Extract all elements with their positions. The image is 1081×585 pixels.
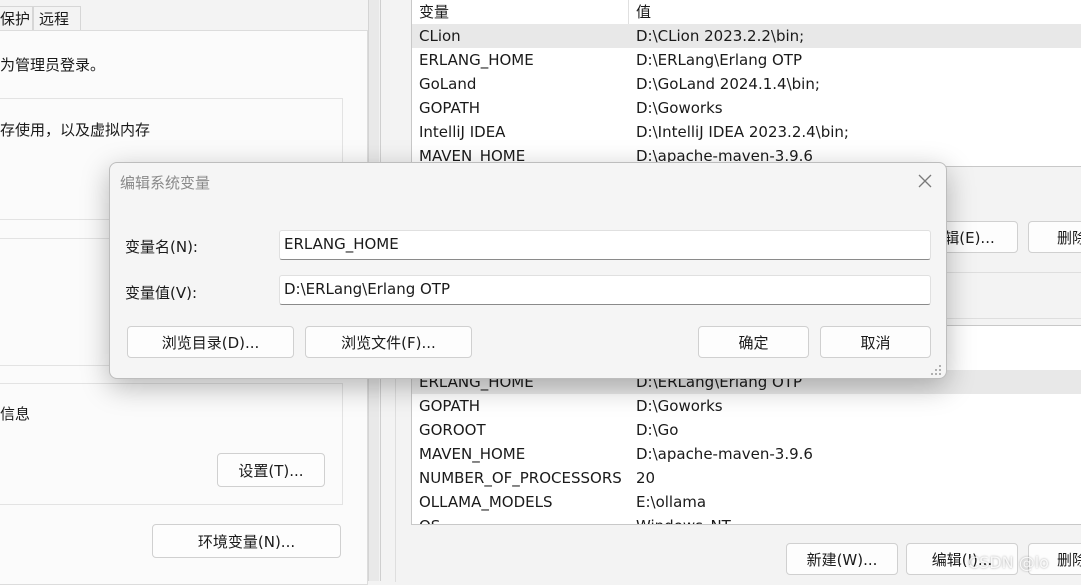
tab-remote[interactable]: 远程 bbox=[33, 6, 81, 30]
user-variables-list[interactable]: 变量 值 CLion D:\CLion 2023.2.2\bin; ERLANG… bbox=[411, 0, 1081, 167]
table-row[interactable]: CLion D:\CLion 2023.2.2\bin; bbox=[412, 24, 1081, 48]
table-row[interactable]: IntelliJ IDEA D:\IntelliJ IDEA 2023.2.4\… bbox=[412, 120, 1081, 144]
settings-button[interactable]: 设置(T)... bbox=[217, 453, 325, 487]
row-name: GOPATH bbox=[419, 99, 481, 117]
variable-name-field[interactable]: ERLANG_HOME bbox=[279, 230, 931, 260]
tab-remote-label: 远程 bbox=[39, 10, 70, 28]
system-delete-button-label: 删除 bbox=[1057, 550, 1081, 569]
row-value: 20 bbox=[636, 469, 656, 487]
row-value: D:\Go bbox=[636, 421, 679, 439]
environment-variables-button[interactable]: 环境变量(N)... bbox=[152, 524, 341, 558]
user-delete-button[interactable]: 删除 bbox=[1028, 221, 1081, 253]
admin-note: 为管理员登录。 bbox=[0, 56, 106, 74]
browse-directory-button-label: 浏览目录(D)... bbox=[161, 333, 260, 352]
tab-protection[interactable]: 保护 bbox=[0, 6, 33, 31]
row-value: Windows_NT bbox=[636, 514, 731, 524]
variable-value-label: 变量值(V): bbox=[125, 284, 198, 302]
variable-value-field[interactable]: D:\ERLang\Erlang OTP bbox=[279, 275, 931, 305]
row-value: D:\GoLand 2024.1.4\bin; bbox=[636, 75, 820, 93]
column-header-variable[interactable]: 变量 bbox=[419, 0, 449, 24]
row-value: D:\Goworks bbox=[636, 99, 723, 117]
row-value: D:\apache-maven-3.9.6 bbox=[636, 445, 813, 463]
row-name: GOROOT bbox=[419, 421, 486, 439]
row-value: D:\IntelliJ IDEA 2023.2.4\bin; bbox=[636, 123, 849, 141]
table-row[interactable]: OS Windows_NT bbox=[412, 514, 1081, 524]
row-name: GOPATH bbox=[419, 397, 481, 415]
cancel-button-label: 取消 bbox=[860, 333, 891, 352]
user-delete-button-label: 删除 bbox=[1057, 228, 1081, 247]
system-new-button[interactable]: 新建(W)... bbox=[786, 543, 898, 575]
settings-button-label: 设置(T)... bbox=[238, 461, 304, 480]
row-name: MAVEN_HOME bbox=[419, 445, 526, 463]
row-value: D:\CLion 2023.2.2\bin; bbox=[636, 27, 805, 45]
ok-button-label: 确定 bbox=[738, 333, 769, 352]
edit-system-variable-dialog: 编辑系统变量 变量名(N): ERLANG_HOME 变量值(V): D:\ER… bbox=[109, 162, 947, 379]
table-row[interactable]: NUMBER_OF_PROCESSORS 20 bbox=[412, 466, 1081, 490]
list-header: 变量 值 bbox=[412, 0, 1081, 25]
row-name: IntelliJ IDEA bbox=[419, 123, 506, 141]
system-new-button-label: 新建(W)... bbox=[806, 550, 878, 569]
table-row[interactable]: GOPATH D:\Goworks bbox=[412, 394, 1081, 418]
row-value: D:\ERLang\Erlang OTP bbox=[636, 51, 803, 69]
browse-file-button[interactable]: 浏览文件(F)... bbox=[305, 326, 472, 358]
row-name: GoLand bbox=[419, 75, 477, 93]
row-value: E:\ollama bbox=[636, 493, 707, 511]
dialog-title: 编辑系统变量 bbox=[120, 174, 211, 192]
ok-button[interactable]: 确定 bbox=[698, 326, 809, 358]
browse-file-button-label: 浏览文件(F)... bbox=[341, 333, 436, 352]
table-row[interactable]: GOROOT D:\Go bbox=[412, 418, 1081, 442]
row-name: OS bbox=[419, 514, 440, 524]
column-divider bbox=[628, 0, 629, 24]
performance-text: 存使用，以及虚拟内存 bbox=[0, 121, 151, 139]
table-row[interactable]: ERLANG_HOME D:\ERLang\Erlang OTP bbox=[412, 48, 1081, 72]
variable-name-label: 变量名(N): bbox=[125, 238, 198, 256]
tab-strip: 保护 远程 bbox=[0, 0, 378, 31]
tab-protection-label: 保护 bbox=[0, 10, 31, 28]
resize-grip-icon[interactable] bbox=[930, 362, 942, 375]
watermark: CSDN @lo bbox=[968, 553, 1049, 572]
row-name: OLLAMA_MODELS bbox=[419, 493, 553, 511]
table-row[interactable]: MAVEN_HOME D:\apache-maven-3.9.6 bbox=[412, 442, 1081, 466]
row-value: D:\Goworks bbox=[636, 397, 723, 415]
column-header-value[interactable]: 值 bbox=[636, 0, 651, 24]
table-row[interactable]: GoLand D:\GoLand 2024.1.4\bin; bbox=[412, 72, 1081, 96]
startup-text: 信息 bbox=[0, 405, 31, 423]
row-name: CLion bbox=[419, 27, 461, 45]
table-row[interactable]: OLLAMA_MODELS E:\ollama bbox=[412, 490, 1081, 514]
environment-variables-button-label: 环境变量(N)... bbox=[197, 532, 296, 551]
table-row[interactable]: GOPATH D:\Goworks bbox=[412, 96, 1081, 120]
row-name: NUMBER_OF_PROCESSORS bbox=[419, 469, 622, 487]
cancel-button[interactable]: 取消 bbox=[820, 326, 931, 358]
close-icon[interactable] bbox=[910, 168, 940, 194]
browse-directory-button[interactable]: 浏览目录(D)... bbox=[127, 326, 294, 358]
row-name: ERLANG_HOME bbox=[419, 51, 534, 69]
